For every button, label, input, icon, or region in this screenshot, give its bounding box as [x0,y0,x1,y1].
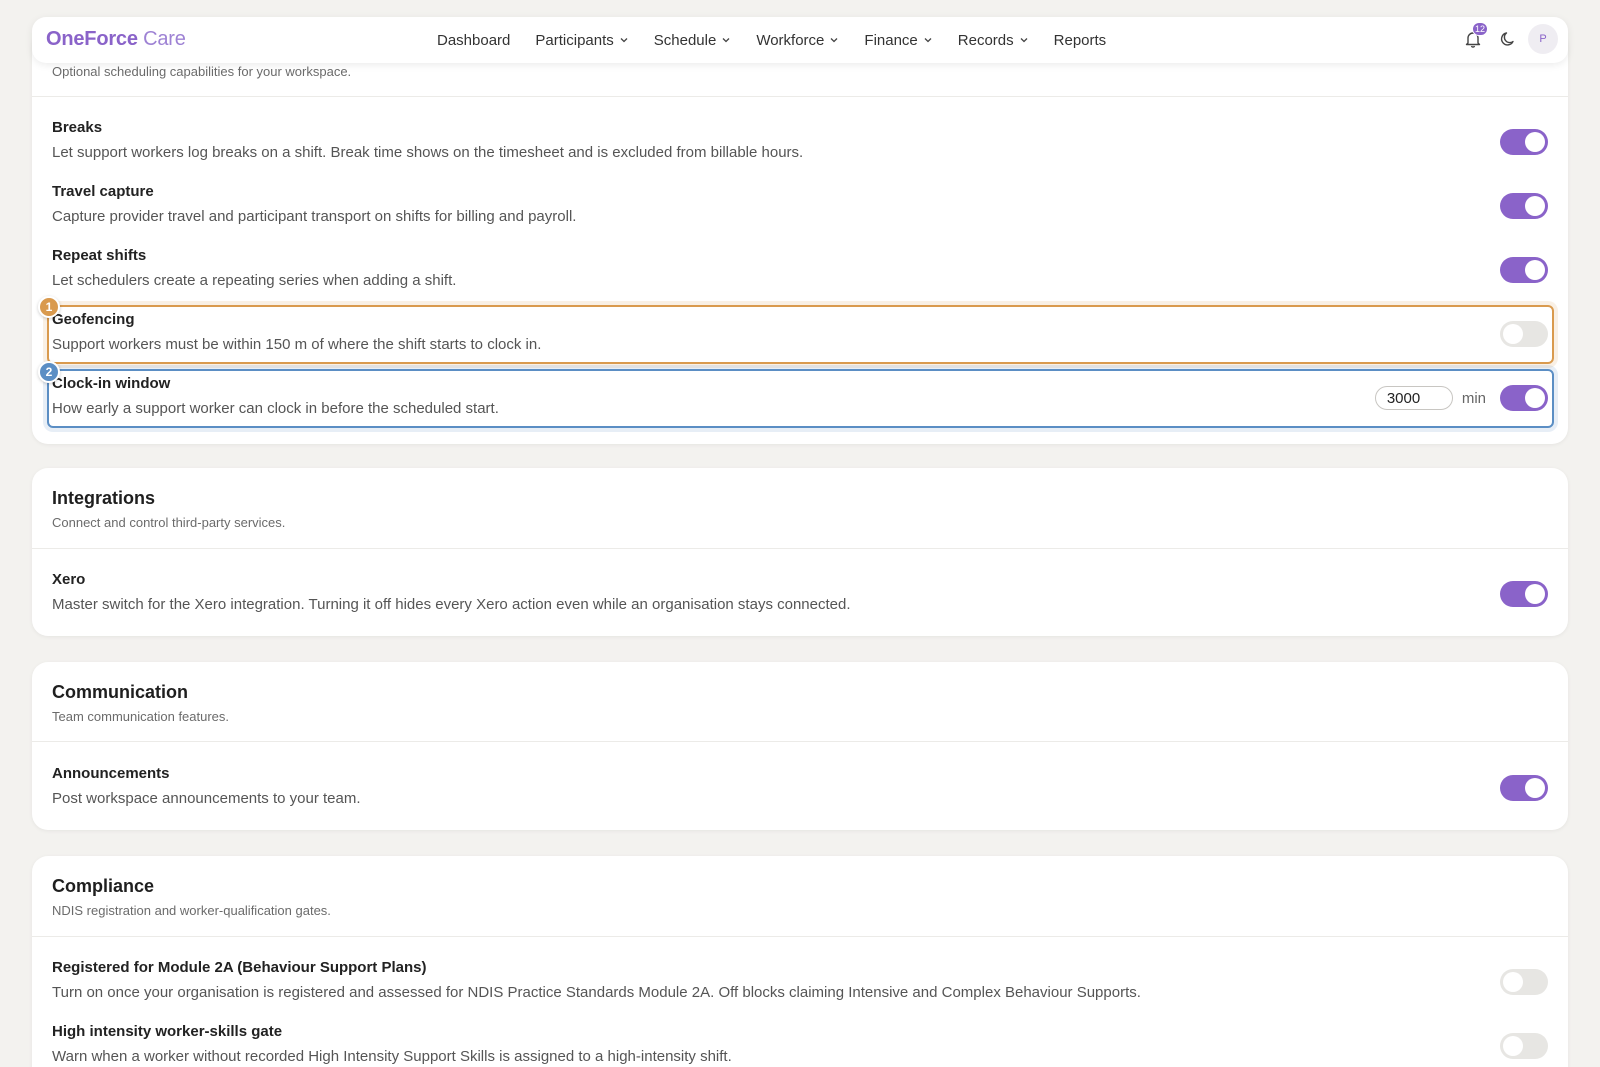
setting-title: Xero [52,571,86,588]
nav-label: Workforce [756,31,825,49]
setting-announcements: Announcements Post workspace announcemen… [52,765,1548,807]
setting-description: Turn on once your organisation is regist… [52,984,1141,1001]
scheduling-card: Optional scheduling capabilities for you… [32,30,1568,444]
brand-logo[interactable]: OneForce Care [46,28,186,51]
nav-participants[interactable]: Participants [535,32,628,49]
setting-geofencing: Geofencing Support workers must be withi… [52,311,1548,353]
user-avatar[interactable]: P [1528,24,1558,54]
chevron-down-icon [924,38,932,43]
geofencing-toggle[interactable] [1500,321,1548,347]
highlight-marker-2: 2 [38,361,60,383]
setting-title: Repeat shifts [52,247,147,264]
minutes-unit-label: min [1461,389,1486,407]
setting-description: Let support workers log breaks on a shif… [52,144,804,161]
moon-icon [1500,32,1514,46]
nav-label: Records [957,31,1014,49]
breaks-toggle[interactable] [1500,129,1548,155]
nav-dashboard[interactable]: Dashboard [437,32,510,49]
section-subtitle: Optional scheduling capabilities for you… [52,64,352,79]
nav-reports[interactable]: Reports [1054,32,1107,49]
chevron-down-icon [1020,38,1028,43]
section-subtitle: Team communication features. [52,709,230,724]
nav-label: Reports [1053,31,1107,49]
setting-description: Support workers must be within 150 m of … [52,336,542,353]
clock-in-minutes-input[interactable] [1374,386,1453,410]
main-nav: Dashboard Participants Schedule Workforc… [437,17,1131,63]
nav-schedule[interactable]: Schedule [654,32,732,49]
nav-label: Schedule [653,31,717,49]
setting-title: Registered for Module 2A (Behaviour Supp… [52,959,427,976]
brand-name-primary: OneForce [46,28,138,50]
chevron-down-icon [722,38,730,43]
top-navigation-bar: OneForce Care Dashboard Participants Sch… [32,17,1568,63]
section-title: Compliance [52,876,155,896]
setting-clock-in-window: Clock-in window How early a support work… [52,375,1548,417]
setting-description: How early a support worker can clock in … [52,400,499,417]
communication-card: Communication Team communication feature… [32,662,1568,830]
nav-label: Dashboard [437,31,511,49]
integrations-card: Integrations Connect and control third-p… [32,468,1568,636]
section-title: Integrations [52,488,156,508]
setting-breaks: Breaks Let support workers log breaks on… [52,119,1548,161]
integrations-card-header: Integrations Connect and control third-p… [32,468,1568,549]
section-subtitle: Connect and control third-party services… [52,515,286,530]
setting-module-2a: Registered for Module 2A (Behaviour Supp… [52,959,1548,1001]
setting-description: Warn when a worker without recorded High… [52,1048,732,1065]
chevron-down-icon [620,38,628,43]
repeat-shifts-toggle[interactable] [1500,257,1548,283]
xero-toggle[interactable] [1500,581,1548,607]
chevron-down-icon [830,38,838,43]
section-subtitle: NDIS registration and worker-qualificati… [52,903,331,918]
nav-records[interactable]: Records [958,32,1029,49]
highlight-marker-1: 1 [38,296,60,318]
clock-in-window-value: min [1374,386,1486,410]
setting-title: Breaks [52,119,103,136]
nav-label: Participants [535,31,614,49]
nav-label: Finance [864,31,918,49]
brand-name-secondary: Care [137,28,186,50]
travel-capture-toggle[interactable] [1500,193,1548,219]
nav-workforce[interactable]: Workforce [756,32,839,49]
setting-repeat-shifts: Repeat shifts Let schedulers create a re… [52,247,1548,289]
clock-in-window-toggle[interactable] [1500,385,1548,411]
announcements-toggle[interactable] [1500,775,1548,801]
setting-travel-capture: Travel capture Capture provider travel a… [52,183,1548,225]
top-actions: 12 P [1453,22,1558,54]
module-2a-toggle[interactable] [1500,969,1548,995]
setting-title: Travel capture [52,183,154,200]
setting-high-intensity-gate: High intensity worker-skills gate Warn w… [52,1023,1548,1065]
setting-title: High intensity worker-skills gate [52,1023,283,1040]
compliance-card-header: Compliance NDIS registration and worker-… [32,856,1568,937]
high-intensity-gate-toggle[interactable] [1500,1033,1548,1059]
setting-xero: Xero Master switch for the Xero integrat… [52,571,1548,613]
notifications-button[interactable]: 12 [1458,22,1488,54]
setting-title: Geofencing [52,311,135,328]
setting-description: Post workspace announcements to your tea… [52,790,361,807]
communication-card-header: Communication Team communication feature… [32,662,1568,742]
setting-description: Let schedulers create a repeating series… [52,272,457,289]
compliance-card: Compliance NDIS registration and worker-… [32,856,1568,1067]
theme-toggle-button[interactable] [1493,24,1523,54]
setting-title: Announcements [52,765,170,782]
notification-count-badge: 12 [1472,22,1488,36]
nav-finance[interactable]: Finance [864,32,932,49]
section-title: Communication [52,682,189,702]
setting-description: Master switch for the Xero integration. … [52,596,851,613]
setting-description: Capture provider travel and participant … [52,208,577,225]
setting-title: Clock-in window [52,375,171,392]
